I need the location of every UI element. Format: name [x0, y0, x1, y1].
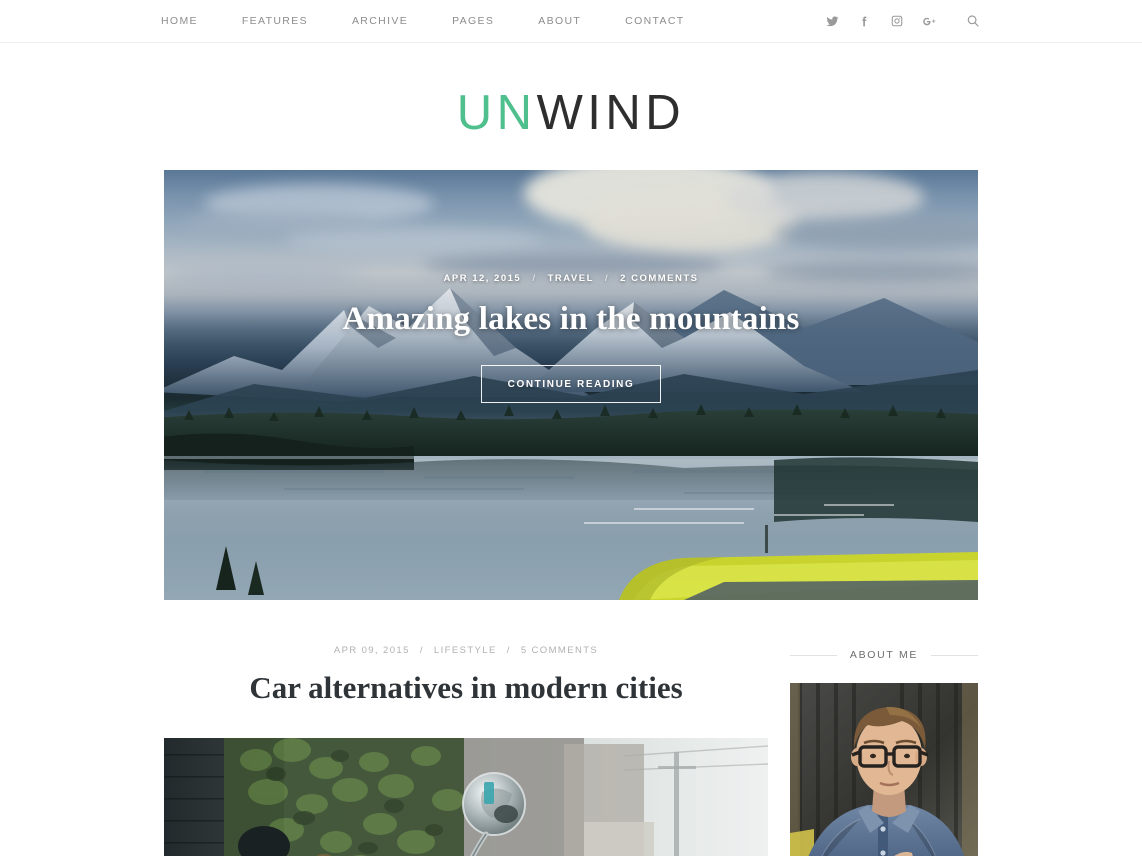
nav-item-home[interactable]: HOME — [161, 15, 198, 27]
featured-post-hero[interactable]: APR 12, 2015 / TRAVEL / 2 COMMENTS Amazi… — [164, 170, 978, 600]
google-plus-icon[interactable] — [917, 10, 940, 33]
site-header: HOME FEATURES ARCHIVE PAGES ABOUT CONTAC… — [0, 0, 1142, 43]
post2-meta: APR 09, 2015 / LIFESTYLE / 5 COMMENTS — [164, 645, 768, 656]
instagram-icon[interactable] — [885, 10, 908, 33]
post2-date: APR 09, 2015 — [333, 645, 410, 656]
about-me-title: ABOUT ME — [849, 649, 919, 661]
meta-separator: / — [506, 645, 511, 656]
nav-item-contact[interactable]: CONTACT — [625, 15, 684, 27]
nav-item-features[interactable]: FEATURES — [242, 15, 308, 27]
heading-rule-left — [790, 654, 837, 656]
social-links — [812, 0, 984, 42]
about-me-widget-header: ABOUT ME — [790, 649, 978, 661]
facebook-icon[interactable] — [853, 10, 876, 33]
page-layout: APR 09, 2015 / LIFESTYLE / 5 COMMENTS Ca… — [164, 645, 978, 856]
meta-separator: / — [604, 273, 610, 284]
sidebar: ABOUT ME — [790, 645, 978, 856]
nav-item-about[interactable]: ABOUT — [538, 15, 581, 27]
about-me-portrait-illustration — [790, 683, 978, 856]
site-logo[interactable]: UNWIND — [457, 89, 685, 138]
twitter-icon[interactable] — [821, 10, 844, 33]
hero-content: APR 12, 2015 / TRAVEL / 2 COMMENTS Amazi… — [164, 273, 978, 403]
nav-item-archive[interactable]: ARCHIVE — [352, 15, 408, 27]
nav-item-pages[interactable]: PAGES — [452, 15, 494, 27]
hero-post-date: APR 12, 2015 — [443, 273, 522, 284]
logo-accent-text: UN — [456, 86, 537, 140]
about-me-photo — [790, 683, 978, 856]
hero-post-title[interactable]: Amazing lakes in the mountains — [164, 301, 978, 339]
post2-comments[interactable]: 5 COMMENTS — [521, 645, 598, 656]
post2-featured-image[interactable] — [164, 738, 768, 856]
logo-area: UNWIND — [0, 43, 1142, 138]
hero-post-comments[interactable]: 2 COMMENTS — [620, 273, 698, 284]
post-card: APR 09, 2015 / LIFESTYLE / 5 COMMENTS Ca… — [164, 645, 768, 856]
meta-separator: / — [532, 273, 537, 284]
hero-post-meta: APR 12, 2015 / TRAVEL / 2 COMMENTS — [164, 273, 978, 284]
hero-post-category[interactable]: TRAVEL — [548, 273, 594, 284]
logo-dark-text: WIND — [536, 86, 686, 140]
content-column: APR 09, 2015 / LIFESTYLE / 5 COMMENTS Ca… — [164, 645, 768, 856]
heading-rule-right — [931, 654, 978, 656]
search-icon[interactable] — [961, 10, 984, 33]
meta-separator: / — [419, 645, 424, 656]
primary-navigation: HOME FEATURES ARCHIVE PAGES ABOUT CONTAC… — [161, 0, 685, 42]
post2-title[interactable]: Car alternatives in modern cities — [164, 669, 768, 706]
post2-image-illustration — [164, 738, 768, 856]
post2-category[interactable]: LIFESTYLE — [434, 645, 497, 656]
continue-reading-button[interactable]: CONTINUE READING — [480, 364, 662, 403]
